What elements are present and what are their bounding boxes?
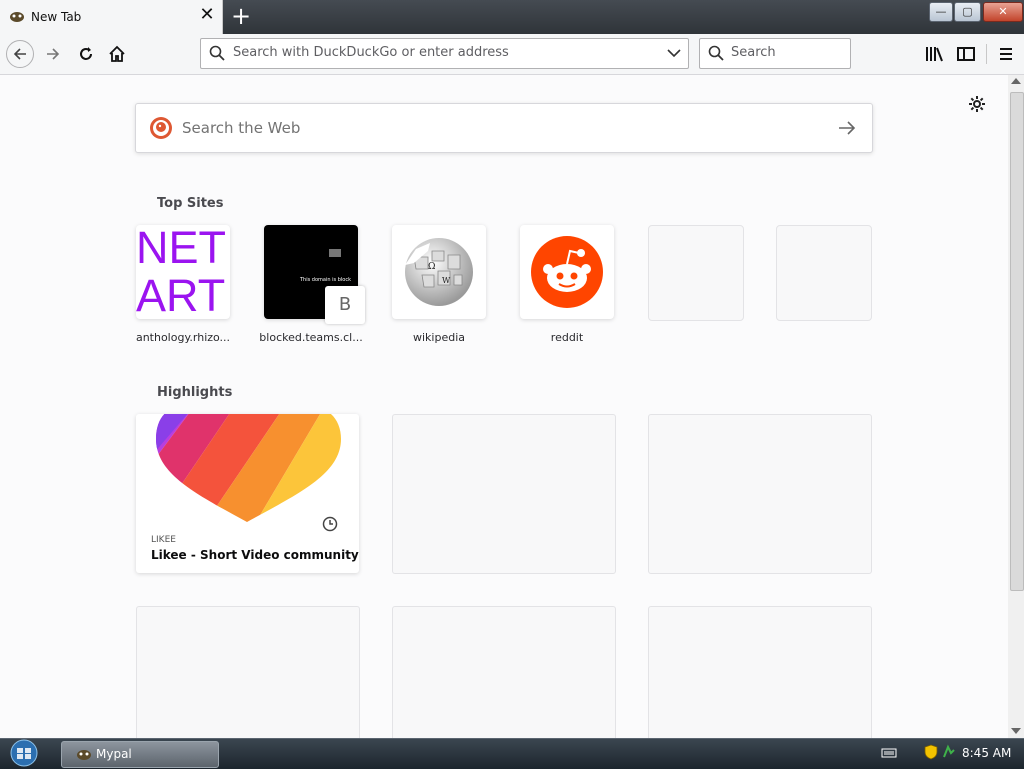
highlight-card-likee[interactable]: LIKEE Likee - Short Video community (136, 414, 359, 573)
mypal-icon (77, 750, 91, 760)
taskbar-item-mypal[interactable]: Mypal (61, 741, 219, 768)
netart-text-2: ART (136, 270, 226, 319)
arrow-right-icon (47, 48, 60, 60)
search-icon (209, 45, 225, 61)
netart-text-1: NET (136, 225, 226, 273)
library-button[interactable] (920, 40, 948, 68)
security-shield-icon[interactable] (924, 744, 938, 760)
new-tab-button[interactable]: + (228, 4, 254, 30)
tab-title: New Tab (31, 10, 82, 24)
start-button-icon[interactable] (6, 739, 42, 767)
scrollbar-thumb[interactable] (1010, 92, 1024, 591)
chevron-down-icon[interactable] (667, 48, 681, 58)
scroll-down-icon[interactable] (1011, 728, 1021, 734)
highlight-card-empty (648, 414, 872, 574)
reddit-icon (531, 236, 603, 308)
highlight-title: Likee - Short Video community (151, 548, 359, 562)
toolbar-separator (986, 44, 987, 64)
top-site-tile-reddit[interactable] (520, 225, 614, 319)
highlight-card-empty (392, 606, 616, 738)
blocked-image-icon (329, 249, 341, 257)
url-bar[interactable]: Search with DuckDuckGo or enter address (200, 38, 689, 69)
top-site-label[interactable]: reddit (512, 331, 622, 344)
top-site-tile-empty (776, 225, 872, 321)
sidebar-button[interactable] (952, 40, 980, 68)
top-sites-title: Top Sites (157, 196, 224, 211)
highlight-card-empty (136, 606, 360, 738)
scroll-up-icon[interactable] (1011, 78, 1021, 84)
arrow-left-icon (13, 48, 26, 60)
back-button[interactable] (6, 40, 34, 68)
blocked-tile-text: This domain is block (300, 277, 351, 283)
close-window-button[interactable]: ✕ (983, 2, 1023, 22)
keyboard-icon[interactable] (881, 747, 897, 759)
search-bar[interactable]: Search (699, 38, 851, 69)
wikipedia-globe-icon: Ω W (405, 238, 473, 306)
nav-bar: Search with DuckDuckGo or enter address … (0, 34, 1024, 75)
hamburger-menu-icon (1000, 48, 1012, 60)
library-icon (926, 47, 943, 62)
maximize-button[interactable]: ▢ (954, 2, 981, 22)
tab-new-tab[interactable]: New Tab ✕ (0, 0, 223, 34)
taskbar-clock[interactable]: 8:45 AM (962, 746, 1011, 760)
clock-icon (322, 516, 338, 532)
forward-button[interactable] (39, 40, 67, 68)
tab-close-icon[interactable]: ✕ (199, 6, 215, 24)
likee-heart-image (156, 414, 341, 522)
url-placeholder: Search with DuckDuckGo or enter address (233, 45, 509, 60)
top-site-label[interactable]: blocked.teams.cl... (256, 331, 366, 344)
reload-icon (80, 47, 92, 60)
home-button[interactable] (103, 40, 131, 68)
svg-text:W: W (442, 276, 451, 285)
top-site-label[interactable]: anthology.rhizo... (128, 331, 238, 344)
highlight-card-empty (392, 414, 616, 574)
top-site-tile-wikipedia[interactable]: Ω W (392, 225, 486, 319)
minimize-button[interactable]: — (929, 2, 953, 22)
web-search-box[interactable]: Search the Web (135, 103, 873, 153)
web-search-placeholder: Search the Web (182, 119, 301, 137)
menu-button[interactable] (992, 40, 1020, 68)
highlight-source: LIKEE (151, 535, 176, 545)
network-icon[interactable] (941, 744, 957, 760)
highlights-title: Highlights (157, 385, 233, 400)
home-icon (109, 45, 125, 62)
gear-icon[interactable] (968, 95, 986, 113)
top-site-tile-netart[interactable]: NET ART (136, 225, 230, 319)
clock-badge (316, 510, 344, 538)
mypal-icon (10, 12, 24, 22)
top-site-tile-empty (648, 225, 744, 321)
svg-text:Ω: Ω (428, 262, 435, 272)
sidebar-icon (957, 47, 975, 61)
search-icon (708, 45, 724, 61)
search-placeholder: Search (731, 45, 776, 60)
duckduckgo-icon (150, 117, 172, 139)
new-tab-page: Search the Web Top Sites NET ART antholo… (0, 75, 1008, 738)
site-badge: B (325, 286, 365, 324)
reload-button[interactable] (72, 40, 100, 68)
taskbar-item-label: Mypal (96, 747, 132, 761)
arrow-right-icon[interactable] (838, 120, 856, 136)
highlight-card-empty (648, 606, 872, 738)
top-site-label[interactable]: wikipedia (384, 331, 494, 344)
